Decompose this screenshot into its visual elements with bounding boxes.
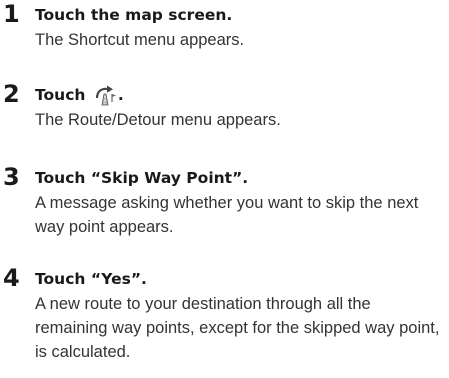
step-number: 4 bbox=[3, 264, 20, 292]
step-title: Touch “Skip Way Point”. bbox=[35, 169, 249, 187]
step-number: 2 bbox=[3, 80, 20, 108]
step-title: Touch “Yes”. bbox=[35, 270, 147, 288]
step-title-prefix: Touch bbox=[35, 86, 86, 104]
step-description: A message asking whether you want to ski… bbox=[35, 194, 419, 236]
step-number: 3 bbox=[3, 163, 20, 191]
step-number: 1 bbox=[3, 0, 20, 28]
step-title: Touch the map screen. bbox=[35, 6, 233, 24]
route-detour-icon bbox=[93, 84, 117, 106]
step-title-suffix: . bbox=[117, 86, 124, 104]
step-description: The Route/Detour menu appears. bbox=[35, 111, 281, 129]
step-description: The Shortcut menu appears. bbox=[35, 31, 245, 49]
step-title: Touch . bbox=[35, 84, 124, 106]
step-description: A new route to your destination through … bbox=[35, 295, 440, 361]
